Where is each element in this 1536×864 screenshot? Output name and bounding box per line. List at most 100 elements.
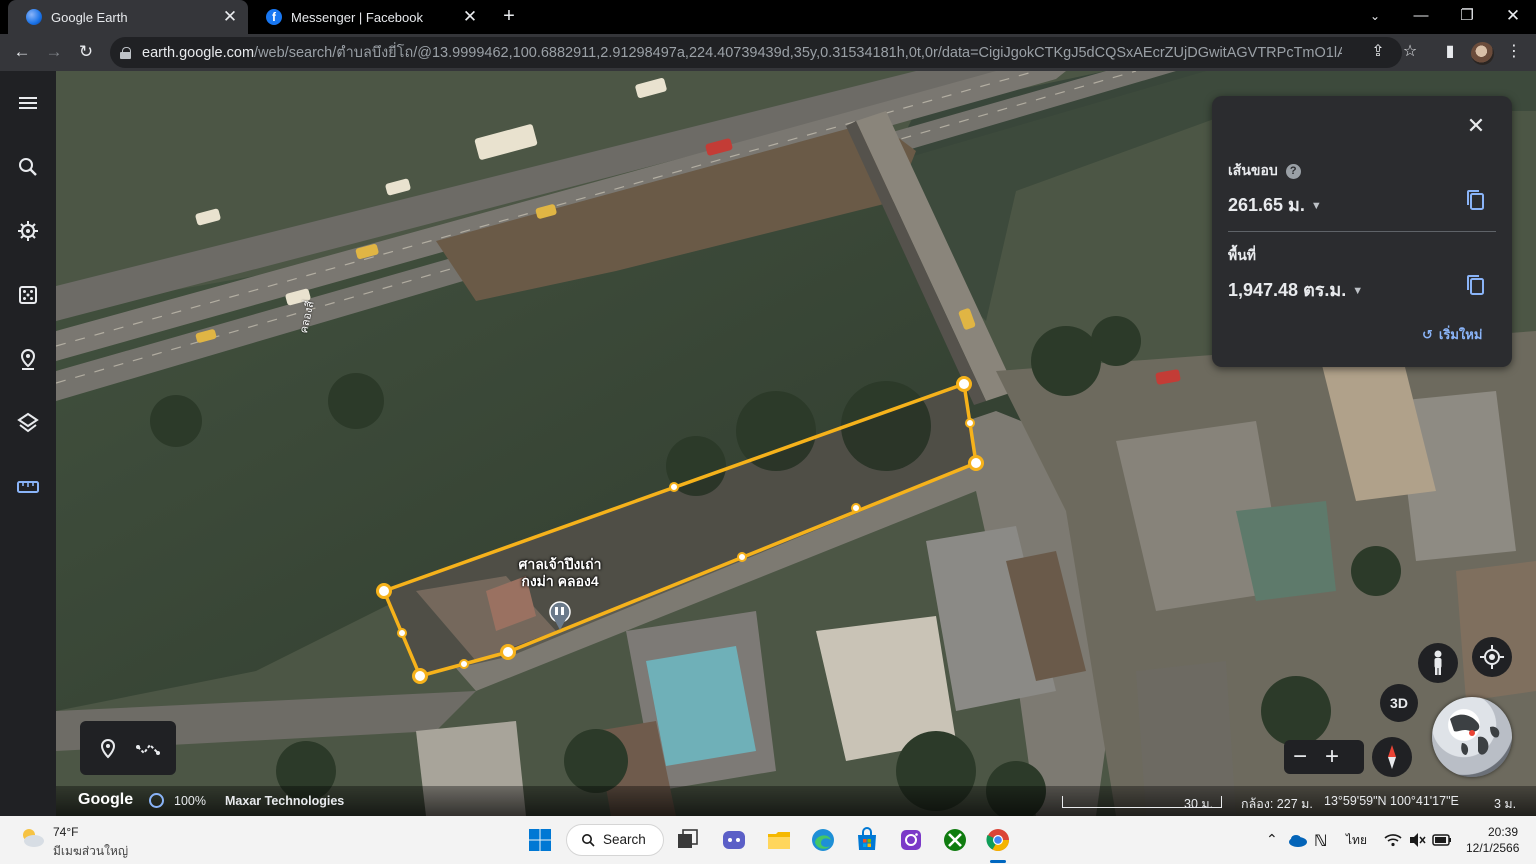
tab-title: Messenger | Facebook bbox=[291, 9, 423, 25]
url-text[interactable]: earth.google.com/web/search/ตำบลบึงยี่โถ… bbox=[142, 41, 1342, 64]
tray-overflow-chevron-icon[interactable]: ⌃ bbox=[1266, 831, 1278, 848]
lock-icon bbox=[120, 46, 131, 59]
restart-button[interactable]: ↺ เริ่มใหม่ bbox=[1422, 324, 1482, 345]
input-language[interactable]: ไทย bbox=[1346, 831, 1367, 850]
search-icon[interactable] bbox=[14, 153, 42, 181]
polygon-midpoint-handle[interactable] bbox=[965, 418, 975, 428]
place-label[interactable]: ศาลเจ้าปึงเถ่า กงม่า คลอง4 bbox=[497, 556, 623, 590]
reload-icon[interactable]: ↻ bbox=[72, 38, 100, 66]
wifi-icon[interactable] bbox=[1383, 830, 1403, 850]
camera-altitude: กล้อง: 227 ม. bbox=[1241, 797, 1313, 811]
polygon-vertex-handle[interactable] bbox=[956, 376, 972, 392]
polygon-vertex-handle[interactable] bbox=[412, 668, 428, 684]
close-tab-icon[interactable]: ✕ bbox=[462, 7, 478, 27]
help-icon[interactable]: ? bbox=[1285, 164, 1301, 179]
search-icon bbox=[582, 834, 595, 847]
address-bar[interactable]: earth.google.com/web/search/ตำบลบึงยี่โถ… bbox=[110, 37, 1402, 68]
onedrive-cloud-icon[interactable] bbox=[1286, 828, 1310, 852]
teams-chat-icon[interactable] bbox=[720, 826, 748, 854]
measure-ruler-icon[interactable] bbox=[14, 473, 42, 501]
instagram-app-icon[interactable] bbox=[897, 826, 925, 854]
zoom-controls: − + bbox=[1284, 740, 1364, 774]
tab-title: Google Earth bbox=[51, 9, 128, 25]
earth-left-rail bbox=[0, 71, 56, 816]
my-location-icon[interactable] bbox=[1472, 637, 1512, 677]
compass-icon[interactable] bbox=[1372, 737, 1412, 777]
area-value[interactable]: 1,947.48 ตร.ม. ▼ bbox=[1228, 275, 1363, 304]
window-close-button[interactable]: ✕ bbox=[1498, 2, 1528, 30]
file-explorer-icon[interactable] bbox=[765, 826, 793, 854]
polygon-vertex-handle[interactable] bbox=[500, 644, 516, 660]
chrome-icon[interactable] bbox=[984, 826, 1012, 854]
imagery-attribution[interactable]: Maxar Technologies bbox=[225, 794, 344, 808]
search-label: Search bbox=[603, 832, 646, 847]
pegman-street-view-icon[interactable] bbox=[1418, 643, 1458, 683]
browser-tab-strip: Google Earth ✕ f Messenger | Facebook ✕ … bbox=[0, 0, 1536, 34]
forward-arrow-icon[interactable]: → bbox=[40, 38, 68, 66]
active-app-indicator bbox=[990, 860, 1006, 863]
measure-panel: ✕ เส้นขอบ? 261.65 ม. ▼ พื้นที่ 1,947.48 ต… bbox=[1212, 96, 1512, 367]
coordinates[interactable]: 13°59'59"N 100°41'17"E bbox=[1324, 794, 1459, 808]
menu-hamburger-icon[interactable] bbox=[14, 89, 42, 117]
taskbar-search[interactable]: Search bbox=[566, 824, 664, 856]
globe-overview-map[interactable] bbox=[1432, 697, 1512, 777]
minimize-button[interactable]: — bbox=[1406, 2, 1436, 30]
draw-path-icon[interactable] bbox=[134, 735, 162, 763]
close-tab-icon[interactable]: ✕ bbox=[222, 7, 238, 27]
polygon-vertex-handle[interactable] bbox=[968, 455, 984, 471]
zoom-in-button[interactable]: + bbox=[1316, 742, 1348, 772]
tab-search-chevron-icon[interactable]: ⌄ bbox=[1360, 2, 1390, 30]
tab-messenger[interactable]: f Messenger | Facebook ✕ bbox=[248, 0, 488, 34]
polygon-midpoint-handle[interactable] bbox=[459, 659, 469, 669]
new-tab-button[interactable]: + bbox=[499, 4, 519, 28]
add-placemark-icon[interactable] bbox=[94, 735, 122, 763]
system-clock[interactable]: 20:39 12/1/2566 bbox=[1466, 824, 1519, 856]
tab-google-earth[interactable]: Google Earth ✕ bbox=[8, 0, 248, 34]
polygon-vertex-handle[interactable] bbox=[376, 583, 392, 599]
polygon-midpoint-handle[interactable] bbox=[851, 503, 861, 513]
xbox-icon[interactable] bbox=[941, 826, 969, 854]
scale-label: 30 ม. bbox=[1184, 797, 1214, 811]
zoom-out-button[interactable]: − bbox=[1284, 742, 1316, 772]
polygon-midpoint-handle[interactable] bbox=[397, 628, 407, 638]
microsoft-store-icon[interactable] bbox=[853, 826, 881, 854]
share-icon[interactable]: ⇪ bbox=[1364, 38, 1392, 66]
chrome-menu-icon[interactable]: ⋮ bbox=[1500, 38, 1528, 66]
projects-pin-icon[interactable] bbox=[14, 345, 42, 373]
browser-toolbar: ← → ↻ earth.google.com/web/search/ตำบลบึ… bbox=[0, 34, 1536, 71]
map-style-layers-icon[interactable] bbox=[14, 409, 42, 437]
panel-divider bbox=[1228, 231, 1496, 232]
volume-muted-icon[interactable] bbox=[1407, 830, 1427, 850]
close-icon[interactable]: ✕ bbox=[1464, 114, 1488, 138]
unit-dropdown-caret-icon[interactable]: ▼ bbox=[1352, 285, 1363, 297]
place-label-line1: ศาลเจ้าปึงเถ่า bbox=[518, 556, 602, 572]
weather-desc: มีเมฆส่วนใหญ่ bbox=[53, 844, 129, 858]
facebook-favicon-icon: f bbox=[266, 9, 282, 25]
weather-cloud-sun-icon[interactable] bbox=[18, 826, 46, 850]
start-windows-icon[interactable] bbox=[526, 826, 554, 854]
restart-icon: ↺ bbox=[1422, 327, 1433, 342]
load-percent: 100% bbox=[174, 794, 206, 808]
battery-icon[interactable] bbox=[1431, 830, 1453, 850]
edge-browser-icon[interactable] bbox=[809, 826, 837, 854]
copy-area-icon[interactable] bbox=[1464, 273, 1488, 297]
perimeter-value[interactable]: 261.65 ม. ▼ bbox=[1228, 190, 1322, 219]
unit-dropdown-caret-icon[interactable]: ▼ bbox=[1311, 200, 1322, 212]
app-tray-n-icon[interactable]: ℕ bbox=[1314, 831, 1327, 851]
google-earth-favicon-icon bbox=[26, 9, 42, 25]
toggle-3d-button[interactable]: 3D bbox=[1380, 684, 1418, 722]
task-view-icon[interactable] bbox=[674, 826, 702, 854]
place-label-line2: กงม่า คลอง4 bbox=[521, 573, 599, 589]
polygon-midpoint-handle[interactable] bbox=[737, 552, 747, 562]
area-label: พื้นที่ bbox=[1228, 247, 1257, 263]
back-arrow-icon[interactable]: ← bbox=[8, 38, 36, 66]
bookmark-star-icon[interactable]: ☆ bbox=[1396, 38, 1424, 66]
voyager-wheel-icon[interactable] bbox=[14, 217, 42, 245]
copy-perimeter-icon[interactable] bbox=[1464, 188, 1488, 212]
side-panel-icon[interactable]: ▮ bbox=[1436, 38, 1464, 66]
loading-ring-icon bbox=[149, 793, 164, 808]
restore-button[interactable]: ❐ bbox=[1452, 2, 1482, 30]
polygon-midpoint-handle[interactable] bbox=[669, 482, 679, 492]
profile-avatar[interactable] bbox=[1471, 42, 1494, 65]
feeling-lucky-dice-icon[interactable] bbox=[14, 281, 42, 309]
